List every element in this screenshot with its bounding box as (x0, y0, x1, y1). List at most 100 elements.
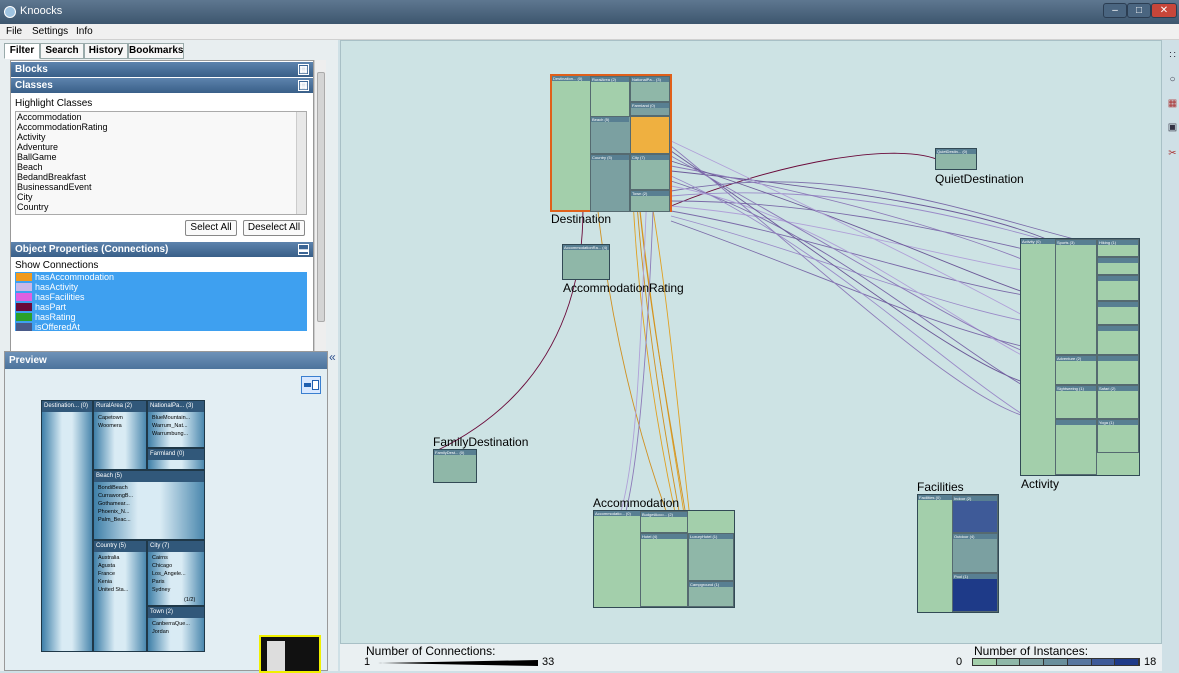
scissors-icon[interactable]: ✂ (1166, 148, 1179, 162)
preview-nationalpark[interactable]: NationalPa... (3) BlueMountain... Warrum… (147, 400, 205, 448)
campground-block[interactable]: Campground (1) (688, 581, 734, 607)
budget-block[interactable]: BudgetAcco... (2) (640, 511, 688, 533)
blocks-header[interactable]: Blocks ▦ (11, 62, 313, 77)
class-item[interactable]: BallGame (16, 152, 306, 162)
preview-item: Australia (98, 555, 120, 561)
class-item[interactable]: Beach (16, 162, 306, 172)
classes-list[interactable]: Accommodation AccommodationRating Activi… (15, 111, 307, 215)
minimap-viewport[interactable] (259, 635, 321, 673)
yoga-block[interactable]: Yoga (1) (1097, 419, 1139, 453)
tab-search[interactable]: Search (40, 43, 84, 59)
preview-ruralarea[interactable]: RuralArea (2) Capetown Woomera (93, 400, 147, 470)
connection-item[interactable]: hasAccommodation (15, 272, 307, 282)
tab-history[interactable]: History (84, 43, 128, 59)
class-item[interactable]: BedandBreakfast (16, 172, 306, 182)
graph-canvas[interactable]: Destination... (0) RuralArea (2) Nationa… (340, 40, 1162, 644)
connection-item[interactable]: hasFacilities (15, 292, 307, 302)
object-properties-header[interactable]: Object Properties (Connections) ▬ (11, 242, 313, 257)
preview-destination[interactable]: Destination... (0) (41, 400, 93, 652)
scrollbar-thumb[interactable] (317, 72, 325, 322)
city-block[interactable]: City (7) (630, 154, 670, 190)
indoor-block[interactable]: Indoor (2) (952, 495, 998, 533)
adventure-block[interactable]: Adventure (2) (1055, 355, 1097, 385)
connection-item[interactable]: hasRating (15, 312, 307, 322)
destination-node[interactable]: Destination... (0) RuralArea (2) Nationa… (550, 74, 672, 212)
preview-block-title: Destination... (0) (42, 401, 92, 412)
expand-icon[interactable]: ▦ (298, 64, 309, 75)
color-swatch (16, 293, 32, 301)
menu-info[interactable]: Info (76, 26, 93, 37)
expand-icon[interactable]: ▦ (298, 80, 309, 91)
activity-node[interactable]: Activity (0) Sports (3) Hiking (1) Adven… (1020, 238, 1140, 476)
tab-filter[interactable]: Filter (4, 43, 40, 59)
preview-beach[interactable]: Beach (5) BondiBeach CurrawongB... Gotha… (93, 470, 205, 540)
preview-city[interactable]: City (7) Cairns Chicago Los_Angele... Pa… (147, 540, 205, 606)
menu-settings[interactable]: Settings (32, 26, 68, 37)
preview-item: Kenia (98, 579, 113, 585)
maximize-button[interactable]: □ (1127, 3, 1151, 18)
preview-town[interactable]: Town (2) CanberraQue... Jordan (147, 606, 205, 652)
quietdestination-node[interactable]: QuietDestin... (0) (935, 148, 977, 170)
outdoor-block[interactable]: Outdoor (4) (952, 533, 998, 573)
class-item[interactable]: AccommodationRating (16, 122, 306, 132)
preview-block-title: Beach (5) (94, 471, 204, 482)
close-button[interactable]: ✕ (1151, 3, 1177, 18)
accommodationrating-node[interactable]: AccommodationRa... (4) (562, 244, 610, 280)
collapse-icon[interactable]: ▬ (298, 244, 309, 255)
classes-scrollbar[interactable] (296, 112, 306, 214)
preview-item: France (98, 571, 116, 577)
minimize-button[interactable]: – (1103, 3, 1127, 18)
class-item[interactable]: Accommodation (16, 112, 306, 122)
activity-subblock[interactable] (1097, 301, 1139, 325)
country-block[interactable]: Country (5) (590, 154, 630, 212)
select-all-button[interactable]: Select All (185, 220, 237, 236)
pool-block[interactable]: Pool (1) (952, 573, 998, 612)
hiking-block[interactable]: Hiking (1) (1097, 239, 1139, 257)
class-item[interactable]: Adventure (16, 142, 306, 152)
farmland-block[interactable]: Farmland (0) (630, 102, 670, 116)
legend-bar: Number of Connections: 1 33 Number of In… (340, 644, 1162, 671)
export-image-icon[interactable]: ▣ (1166, 122, 1179, 136)
collapse-panel-icon[interactable]: « (329, 350, 336, 364)
preview-country[interactable]: Country (5) Australia Agusta France Keni… (93, 540, 147, 652)
activity-subblock[interactable] (1097, 275, 1139, 301)
familydestination-node[interactable]: FamilyDest... (0) (433, 449, 477, 483)
luxuryhotel-block[interactable]: LuxuryHotel (1) (688, 533, 734, 581)
connection-item[interactable]: hasPart (15, 302, 307, 312)
facilities-node[interactable]: Facilities (0) Indoor (2) Outdoor (4) Po… (917, 494, 999, 613)
deselect-all-button[interactable]: Deselect All (243, 220, 305, 236)
preview-farmland[interactable]: Farmland (0) (147, 448, 205, 470)
class-item[interactable]: Activity (16, 132, 306, 142)
preview-item: BlueMountain... (152, 415, 191, 421)
beach-highlight[interactable] (630, 116, 670, 154)
sports-block[interactable]: Sports (3) (1055, 239, 1097, 355)
menu-file[interactable]: File (6, 26, 22, 37)
activity-subblock[interactable] (1097, 257, 1139, 275)
connections-list[interactable]: hasAccommodation hasActivity hasFaciliti… (15, 272, 307, 332)
activity-subblock[interactable] (1097, 355, 1139, 385)
connections-scale (378, 660, 538, 666)
connection-label: hasPart (35, 302, 67, 312)
connection-item[interactable]: isOfferedAt (15, 322, 307, 332)
activity-subblock[interactable] (1097, 325, 1139, 355)
activity-subblock[interactable] (1055, 419, 1097, 475)
tab-bookmarks[interactable]: Bookmarks (128, 43, 184, 59)
town-block[interactable]: Town (2) (630, 190, 670, 212)
layout-icon[interactable]: ∷ (1166, 50, 1179, 64)
class-item[interactable]: City (16, 192, 306, 202)
filter-scrollbar[interactable] (314, 60, 326, 360)
nationalpark-block[interactable]: NationalPa... (3) (630, 76, 670, 102)
fit-view-icon[interactable] (301, 376, 321, 394)
table-icon[interactable]: ▦ (1166, 98, 1179, 112)
classes-header[interactable]: Classes ▦ (11, 78, 313, 93)
class-item[interactable]: Country (16, 202, 306, 212)
sightseeing-block[interactable]: Sightseeing (1) (1055, 385, 1097, 419)
class-item[interactable]: BusinessandEvent (16, 182, 306, 192)
hotel-block[interactable]: Hotel (4) (640, 533, 688, 607)
preview-item: Warrumbung... (152, 431, 189, 437)
safari-block[interactable]: Safari (2) (1097, 385, 1139, 419)
circle-icon[interactable]: ○ (1166, 74, 1179, 88)
block-head: Town (2) (631, 191, 669, 196)
connection-item[interactable]: hasActivity (15, 282, 307, 292)
accommodation-node[interactable]: Accommodatio... (0) BudgetAcco... (2) Ho… (593, 510, 735, 608)
